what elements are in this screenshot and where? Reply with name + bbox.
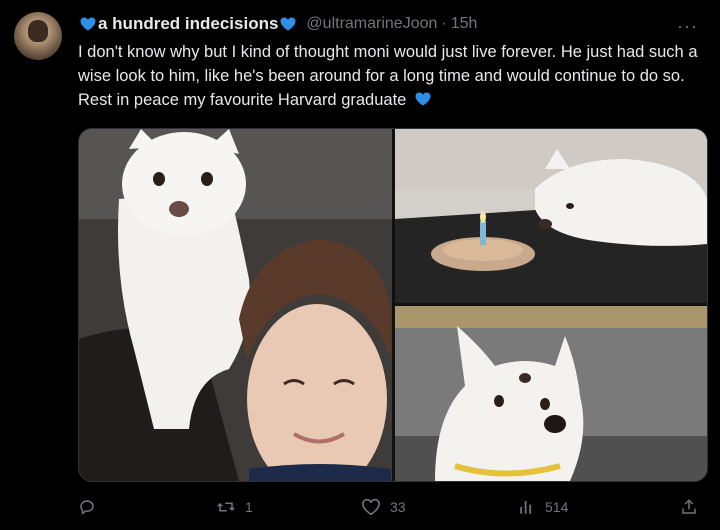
more-horizontal-icon[interactable]: ··· [677, 16, 698, 37]
reply-icon [78, 498, 96, 516]
display-name[interactable]: a hundred indecisions [98, 14, 278, 34]
user-handle[interactable]: @ultramarineJoon [306, 15, 437, 33]
avatar[interactable] [14, 12, 62, 60]
share-button[interactable] [680, 494, 698, 520]
blue-heart-icon [415, 92, 431, 106]
tweet-text-content: I don't know why but I kind of thought m… [78, 43, 698, 109]
timestamp[interactable]: 15h [451, 15, 478, 33]
retweet-icon [216, 498, 236, 516]
tweet-text: I don't know why but I kind of thought m… [78, 40, 700, 112]
blue-heart-icon [80, 17, 96, 31]
tweet-header: a hundred indecisions @ultramarineJoon ·… [78, 13, 700, 35]
heart-icon [361, 498, 381, 516]
like-button[interactable]: 33 [361, 494, 406, 520]
white-dog-closeup-outdoors[interactable] [395, 306, 707, 481]
media-grid [78, 128, 708, 482]
retweet-count: 1 [245, 499, 253, 515]
tweet-actions: 1 33 514 [78, 494, 708, 520]
white-dog-with-birthday-candle[interactable] [395, 129, 707, 303]
blue-heart-icon [280, 17, 296, 31]
white-dog-with-man-selfie[interactable] [79, 129, 392, 481]
views-button[interactable]: 514 [518, 494, 568, 520]
views-icon [518, 498, 536, 516]
reply-button[interactable] [78, 494, 105, 520]
like-count: 33 [390, 499, 406, 515]
retweet-button[interactable]: 1 [216, 494, 253, 520]
views-count: 514 [545, 499, 569, 515]
share-icon [680, 498, 698, 516]
separator-dot: · [441, 15, 447, 32]
